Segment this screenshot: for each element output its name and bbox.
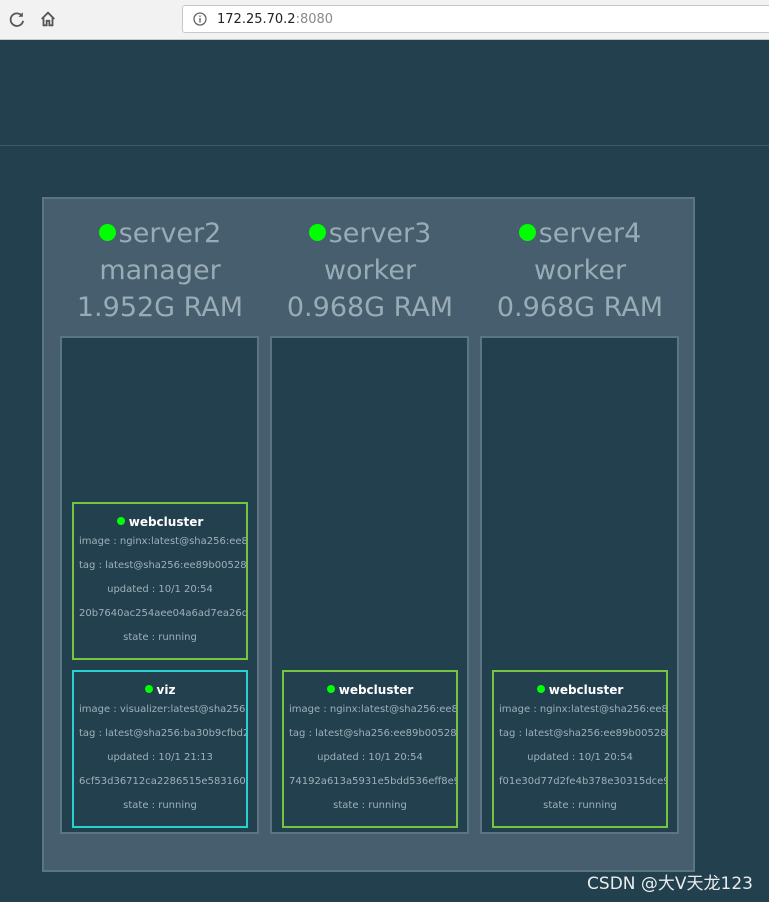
node-role: worker [533,255,627,286]
task-name: webcluster [338,683,414,697]
node-header-server3: server3 worker 0.968G RAM [265,215,475,326]
task-card-webcluster[interactable]: webcluster image : nginx:latest@sha256:e… [282,670,458,828]
task-status-dot [116,517,125,525]
swarm-cluster: server2 manager 1.952G RAM server3 worke… [42,197,695,872]
task-id: 6cf53d36712ca2286515e58316033 [79,776,246,787]
info-icon[interactable] [193,12,207,26]
node-ram: 0.968G RAM [496,292,664,323]
task-title: webcluster [494,682,666,698]
url-text: 172.25.70.2:8080 [217,12,333,27]
task-image: image : nginx:latest@sha256:ee89b [499,704,666,715]
node-header-server4: server4 worker 0.968G RAM [475,215,685,326]
home-icon[interactable] [37,8,59,30]
task-status-dot [536,685,545,693]
task-id: f01e30d77d2fe4b378e30315dce9f6 [499,776,666,787]
task-title: viz [74,682,246,698]
node-header-server2: server2 manager 1.952G RAM [55,215,265,326]
task-status-dot [144,685,153,693]
task-tag: tag : latest@sha256:ee89b00528ff4 [79,560,246,571]
task-updated: updated : 10/1 20:54 [527,752,633,763]
task-state: state : running [123,632,197,643]
task-name: viz [156,683,176,697]
node-status-dot [308,224,326,241]
task-name: webcluster [548,683,624,697]
node-status-dot [98,224,116,241]
task-image: image : nginx:latest@sha256:ee89b [289,704,456,715]
watermark: CSDN @大V天龙123 [587,874,753,894]
task-image: image : visualizer:latest@sha256:ba [79,704,246,715]
task-id: 20b7640ac254aee04a6ad7ea26dbf [79,608,246,619]
task-status-dot [326,685,335,693]
node-role: worker [323,255,417,286]
node-role: manager [99,255,221,286]
task-tag: tag : latest@sha256:ee89b00528ff4 [289,728,456,739]
task-state: state : running [543,800,617,811]
task-title: webcluster [74,514,246,530]
node-ram: 1.952G RAM [76,292,244,323]
task-tag: tag : latest@sha256:ee89b00528ff4 [499,728,666,739]
task-name: webcluster [128,515,204,529]
node-column-server2: webcluster image : nginx:latest@sha256:e… [60,336,259,834]
url-port: :8080 [295,11,334,27]
node-name: server3 [328,218,432,249]
reload-icon[interactable] [6,8,28,30]
browser-toolbar: 172.25.70.2:8080 [0,0,769,40]
url-host: 172.25.70.2 [217,11,296,27]
task-updated: updated : 10/1 20:54 [317,752,423,763]
task-title: webcluster [284,682,456,698]
task-card-webcluster[interactable]: webcluster image : nginx:latest@sha256:e… [72,502,248,660]
node-column-server3: webcluster image : nginx:latest@sha256:e… [270,336,469,834]
task-updated: updated : 10/1 21:13 [107,752,213,763]
task-card-viz[interactable]: viz image : visualizer:latest@sha256:ba … [72,670,248,828]
node-name: server4 [538,218,642,249]
task-state: state : running [123,800,197,811]
node-status-dot [518,224,536,241]
node-ram: 0.968G RAM [286,292,454,323]
top-band [0,40,769,146]
task-card-webcluster[interactable]: webcluster image : nginx:latest@sha256:e… [492,670,668,828]
node-name: server2 [118,218,222,249]
node-column-server4: webcluster image : nginx:latest@sha256:e… [480,336,679,834]
task-state: state : running [333,800,407,811]
task-image: image : nginx:latest@sha256:ee89b [79,536,246,547]
task-id: 74192a613a5931e5bdd536eff8e98 [289,776,456,787]
task-updated: updated : 10/1 20:54 [107,584,213,595]
task-tag: tag : latest@sha256:ba30b9cfbd2ad [79,728,246,739]
address-bar[interactable]: 172.25.70.2:8080 [182,5,769,33]
